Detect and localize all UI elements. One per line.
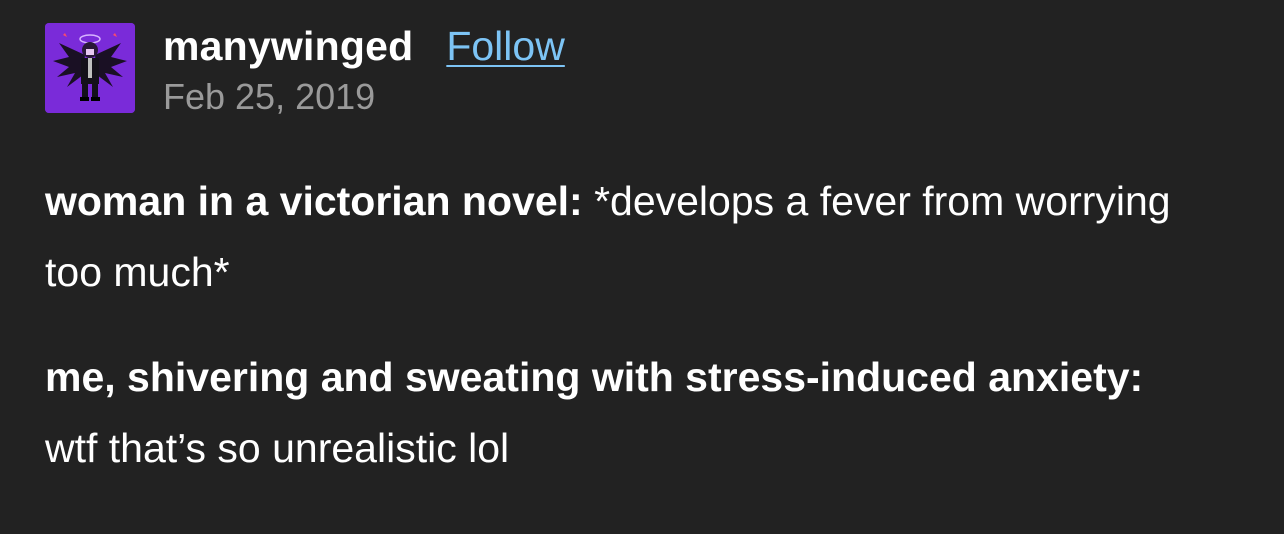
speaker-label: me, shivering and sweating with stress-i… <box>45 354 1144 400</box>
post-date[interactable]: Feb 25, 2019 <box>163 76 375 118</box>
post-paragraph: woman in a victorian novel: *develops a … <box>45 166 1205 308</box>
post-card: manywinged Follow Feb 25, 2019 woman in … <box>0 0 1284 534</box>
avatar[interactable] <box>45 23 135 113</box>
post-body: woman in a victorian novel: *develops a … <box>45 166 1205 518</box>
speaker-label: woman in a victorian novel: <box>45 178 583 224</box>
winged-figure-icon <box>45 23 135 113</box>
author-row: manywinged Follow <box>163 20 565 72</box>
post-paragraph: me, shivering and sweating with stress-i… <box>45 342 1205 484</box>
paragraph-text: wtf that’s so unrealistic lol <box>45 425 510 471</box>
follow-button[interactable]: Follow <box>446 23 564 70</box>
username-link[interactable]: manywinged <box>163 23 413 70</box>
